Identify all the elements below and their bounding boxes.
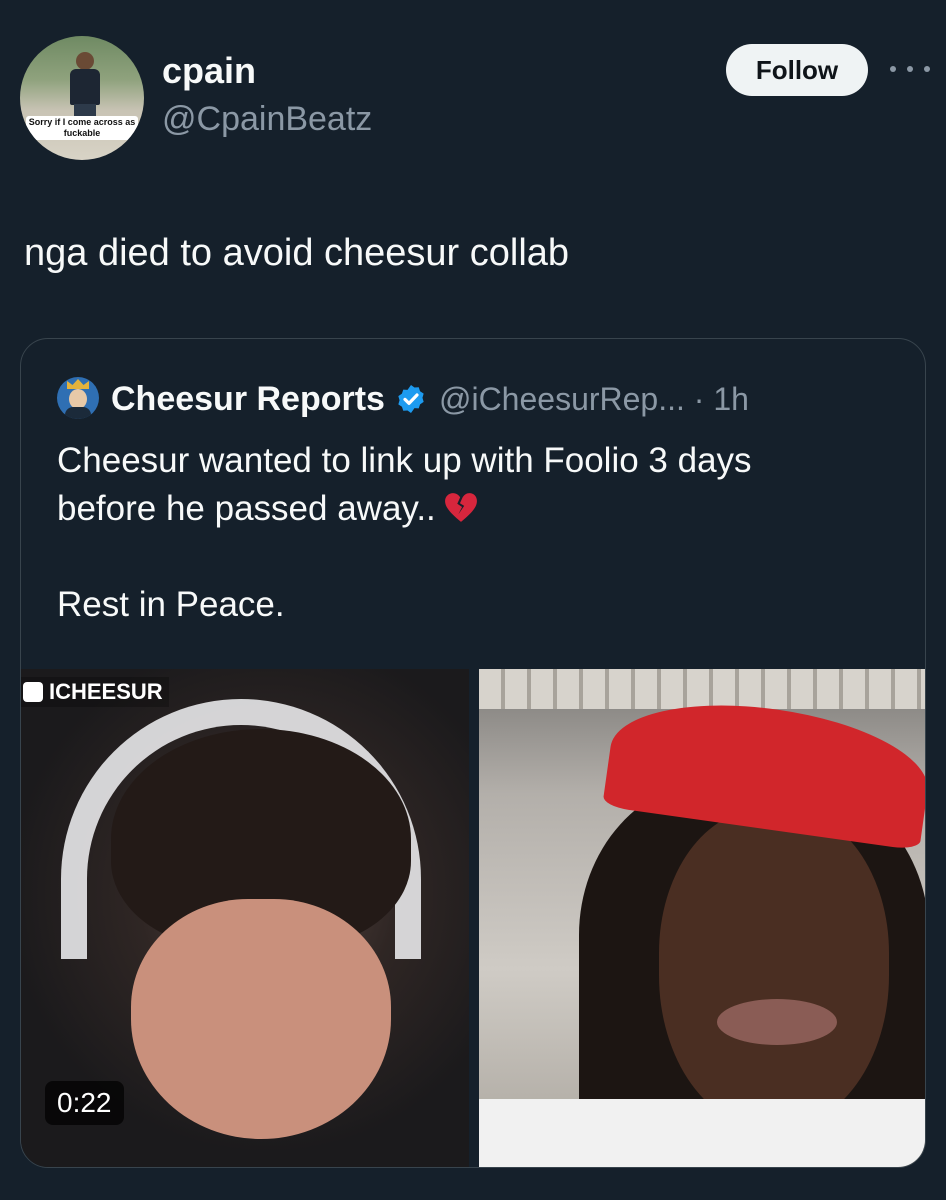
quoted-tweet-card[interactable]: Cheesur Reports @iCheesurRep... · 1h Che… — [20, 338, 926, 1168]
video-duration-badge: 0:22 — [45, 1081, 124, 1125]
follow-button[interactable]: Follow — [726, 44, 868, 96]
quote-text: Cheesur wanted to link up with Foolio 3 … — [57, 437, 907, 629]
quote-text-span: before he passed away.. — [57, 489, 436, 528]
photo-thumbnail[interactable] — [479, 669, 925, 1167]
quote-author-handle-time[interactable]: @iCheesurRep... · 1h — [439, 381, 749, 418]
verified-badge-icon — [398, 385, 424, 413]
broken-heart-icon — [444, 493, 477, 522]
quote-text-line: Cheesur wanted to link up with Foolio 3 … — [57, 441, 752, 480]
stream-overlay-text: ICHEESUR — [49, 679, 163, 704]
avatar-figure-body — [70, 69, 100, 105]
stream-overlay-tag: ICHEESUR — [21, 677, 169, 707]
quote-text-line: before he passed away.. — [57, 485, 907, 533]
video-thumbnail[interactable]: ICHEESUR 0:22 — [21, 669, 469, 1167]
quote-text-line: Rest in Peace. — [57, 585, 285, 624]
author-display-name[interactable]: cpain — [162, 50, 256, 92]
quote-header: Cheesur Reports @iCheesurRep... · 1h — [111, 377, 749, 421]
author-handle[interactable]: @CpainBeatz — [162, 100, 372, 139]
author-avatar[interactable]: Sorry if I come across as fuckable — [20, 36, 144, 160]
twitch-icon — [23, 682, 43, 702]
avatar-caption: Sorry if I come across as fuckable — [26, 116, 138, 140]
quote-author-name[interactable]: Cheesur Reports — [111, 380, 385, 419]
more-icon[interactable] — [890, 54, 930, 84]
quote-author-avatar[interactable] — [57, 377, 99, 419]
tweet-text: nga died to avoid cheesur collab — [24, 232, 570, 274]
avatar-figure-head — [76, 52, 94, 70]
